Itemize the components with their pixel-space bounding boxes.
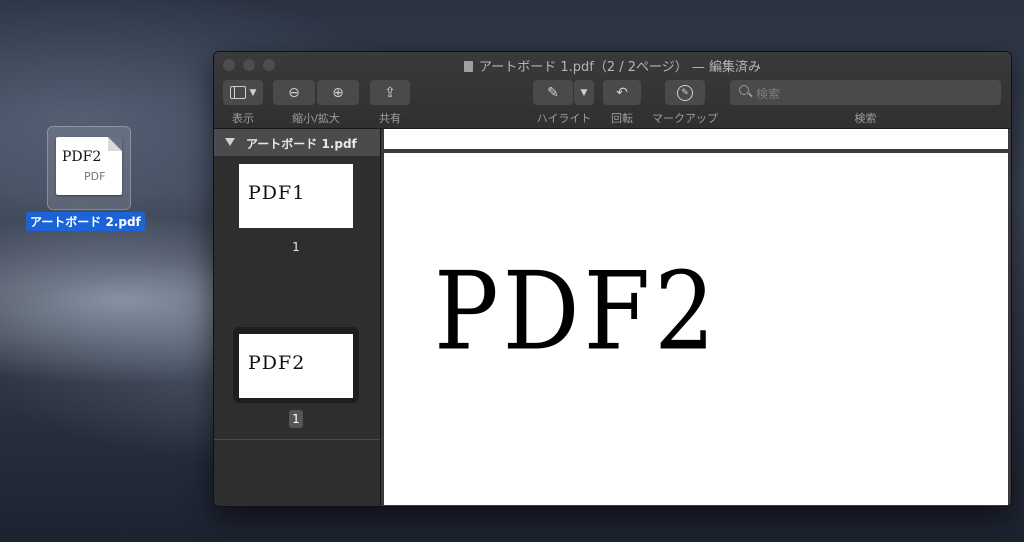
view-label: 表示 [232, 112, 254, 125]
chevron-down-icon: ▼ [580, 87, 588, 98]
markup-pen-icon: ✎ [677, 84, 693, 101]
page-number-1: 1 [292, 240, 300, 254]
markup-label: マークアップ [652, 112, 718, 125]
highlighter-icon: ✎ [547, 84, 559, 101]
sidebar-divider [214, 439, 380, 440]
highlight-button[interactable]: ✎ [533, 80, 573, 105]
document-icon [463, 61, 473, 72]
search-icon [739, 85, 749, 95]
share-icon: ⇪ [384, 84, 396, 101]
zoom-out-icon: ⊖ [288, 84, 300, 101]
zoom-in-icon: ⊕ [332, 84, 344, 101]
thumbnail-text: PDF2 [248, 352, 306, 374]
previous-page-edge[interactable] [384, 129, 1008, 149]
share-button[interactable]: ⇪ [370, 80, 410, 105]
sidebar-icon [229, 86, 246, 99]
page-content-text: PDF2 [434, 249, 720, 375]
page-thumbnail-2[interactable]: PDF2 [239, 334, 353, 398]
toolbar: アートボード 1.pdf（2 / 2ページ） — 編集済み ▼ 表示 ⊖ ⊕ 縮… [214, 52, 1011, 129]
thumbnail-text: PDF1 [248, 182, 306, 204]
rotate-label: 回転 [611, 112, 633, 125]
zoom-in-button[interactable]: ⊕ [317, 80, 359, 105]
rotate-button[interactable]: ↶ [603, 80, 641, 105]
markup-button[interactable]: ✎ [665, 80, 705, 105]
view-menu-button[interactable]: ▼ [223, 80, 263, 105]
zoom-out-button[interactable]: ⊖ [273, 80, 315, 105]
search-placeholder: 検索 [756, 87, 781, 101]
current-page[interactable]: PDF2 [384, 153, 1008, 505]
desktop-file-label[interactable]: アートボード 2.pdf [26, 212, 145, 231]
window-title-text: アートボード 1.pdf（2 / 2ページ） — 編集済み [478, 60, 762, 75]
search-label: 検索 [854, 112, 877, 125]
rotate-icon: ↶ [616, 84, 628, 101]
disclosure-triangle-icon[interactable] [225, 138, 235, 146]
pdf-document-icon: PDF2 PDF [56, 137, 122, 195]
sidebar-document-header[interactable]: アートボード 1.pdf [214, 129, 380, 156]
file-thumb-text: PDF2 [62, 149, 102, 165]
highlight-menu-button[interactable]: ▼ [574, 80, 594, 105]
desktop-pdf-file-icon[interactable]: PDF2 PDF [47, 126, 131, 210]
page-number-2: 1 [289, 410, 303, 428]
share-label: 共有 [379, 112, 401, 125]
zoom-label: 縮小/拡大 [292, 112, 340, 125]
search-field[interactable]: 検索 [730, 80, 1001, 105]
window-title: アートボード 1.pdf（2 / 2ページ） — 編集済み [214, 56, 1011, 75]
highlight-label: ハイライト [536, 112, 592, 125]
document-view[interactable]: PDF2 [381, 129, 1011, 506]
page-thumbnail-1[interactable]: PDF1 [239, 164, 353, 228]
chevron-down-icon: ▼ [249, 87, 257, 98]
file-type-text: PDF [84, 170, 106, 183]
sidebar-document-name: アートボード 1.pdf [246, 137, 357, 151]
preview-window: アートボード 1.pdf（2 / 2ページ） — 編集済み ▼ 表示 ⊖ ⊕ 縮… [213, 51, 1012, 507]
thumbnail-sidebar: アートボード 1.pdf PDF1 1 PDF2 1 [214, 129, 381, 506]
